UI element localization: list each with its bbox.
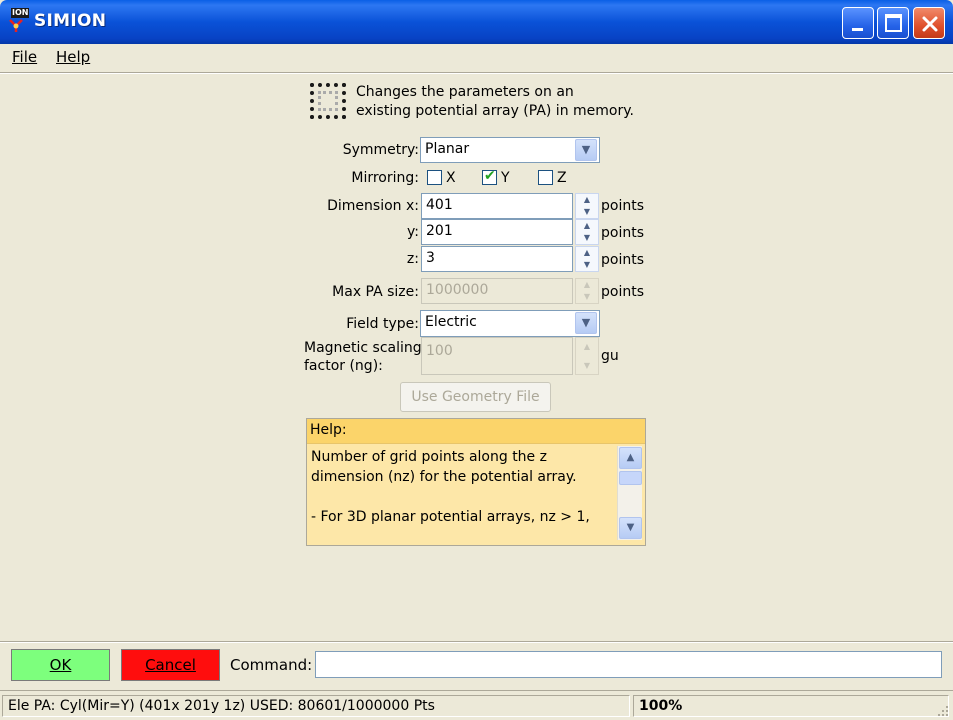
header-line-1: Changes the parameters on an [356,84,574,100]
pa-grid-icon [310,83,346,119]
maximize-icon [885,14,902,32]
chevron-down-icon[interactable]: ▼ [575,139,597,161]
dimension-z-label: z: [406,251,419,267]
help-header: Help: [307,419,645,444]
max-pa-size-spinner: ▲ ▼ [575,278,599,304]
help-line: dimension (nz) for the potential array. [311,469,577,485]
scroll-down-icon[interactable]: ▼ [619,517,642,539]
cancel-label: Cancel [145,656,196,674]
help-panel: Help: Number of grid points along the z … [306,418,646,546]
status-bar: Ele PA: Cyl(Mir=Y) (401x 201y 1z) USED: … [0,690,953,720]
dimension-z-spinner[interactable]: ▲ ▼ [575,246,599,272]
dimension-z-unit: points [601,252,644,268]
resize-grip-icon[interactable] [936,704,950,718]
command-label: Command: [230,656,313,674]
mirror-z-checkbox[interactable] [538,170,553,185]
dimension-x-unit: points [601,198,644,214]
magnetic-scaling-label: Magnetic scaling factor (ng): [304,339,424,375]
status-pa-info: Ele PA: Cyl(Mir=Y) (401x 201y 1z) USED: … [2,695,630,717]
menu-separator [0,72,953,74]
field-type-label: Field type: [346,316,419,332]
dimension-x-input[interactable]: 401 [421,193,573,219]
dimension-x-spinner[interactable]: ▲ ▼ [575,193,599,219]
max-pa-size-label: Max PA size: [332,284,419,300]
use-geometry-file-button[interactable]: Use Geometry File [400,382,551,412]
symmetry-label: Symmetry: [342,142,419,158]
max-pa-size-unit: points [601,284,644,300]
dimension-y-unit: points [601,225,644,241]
close-icon [922,16,938,32]
header-line-2: existing potential array (PA) in memory. [356,103,634,119]
magnetic-scaling-label-line2: factor (ng): [304,358,383,374]
help-line: Number of grid points along the z [311,449,547,465]
max-pa-size-input: 1000000 [421,278,573,304]
app-icon-text: ION [11,8,30,18]
magnetic-scaling-spinner: ▲ ▼ [575,337,599,375]
mirror-z-label: Z [557,170,567,186]
scroll-up-icon[interactable]: ▲ [619,447,642,469]
field-type-value: Electric [425,314,477,330]
mirror-y-checkbox[interactable]: ✔ [482,168,497,185]
minimize-button[interactable] [842,7,874,39]
status-zoom: 100% [633,695,949,717]
bottom-separator [0,641,953,643]
magnetic-scaling-unit: gu [601,348,619,364]
mirror-x-checkbox[interactable] [427,170,442,185]
maximize-button[interactable] [877,7,909,39]
minimize-icon [852,28,863,31]
field-type-select[interactable]: Electric ▼ [420,310,600,337]
dimension-x-label: Dimension x: [327,198,419,214]
help-line: - For 3D planar potential arrays, nz > 1… [311,509,590,525]
scroll-thumb[interactable] [619,471,642,485]
help-scrollbar[interactable]: ▲ ▼ [617,446,642,540]
magnetic-scaling-input: 100 [421,337,573,375]
simion-app-icon: ION [8,8,32,34]
cancel-button[interactable]: Cancel [121,649,220,681]
checkmark-icon: ✔ [484,168,496,184]
dimension-y-label: y: [407,224,419,240]
mirror-y-label: Y [501,170,510,186]
window-title: SIMION [34,11,107,31]
command-input[interactable] [315,651,942,678]
help-line [311,487,611,507]
mirror-x-label: X [446,170,456,186]
magnetic-scaling-label-line1: Magnetic scaling [304,340,422,356]
dimension-z-input[interactable]: 3 [421,246,573,272]
ok-label: OK [49,656,72,674]
menu-help[interactable]: Help [56,48,90,66]
symmetry-value: Planar [425,141,470,157]
ok-button[interactable]: OK [11,649,110,681]
title-bar[interactable]: ION SIMION [0,0,953,44]
chevron-down-icon[interactable]: ▼ [575,312,597,334]
dimension-y-input[interactable]: 201 [421,219,573,245]
mirroring-label: Mirroring: [351,170,419,186]
menu-file[interactable]: File [12,48,37,66]
symmetry-select[interactable]: Planar ▼ [420,137,600,163]
dimension-y-spinner[interactable]: ▲ ▼ [575,219,599,245]
help-text: Number of grid points along the z dimens… [311,447,611,527]
close-button[interactable] [913,7,945,39]
